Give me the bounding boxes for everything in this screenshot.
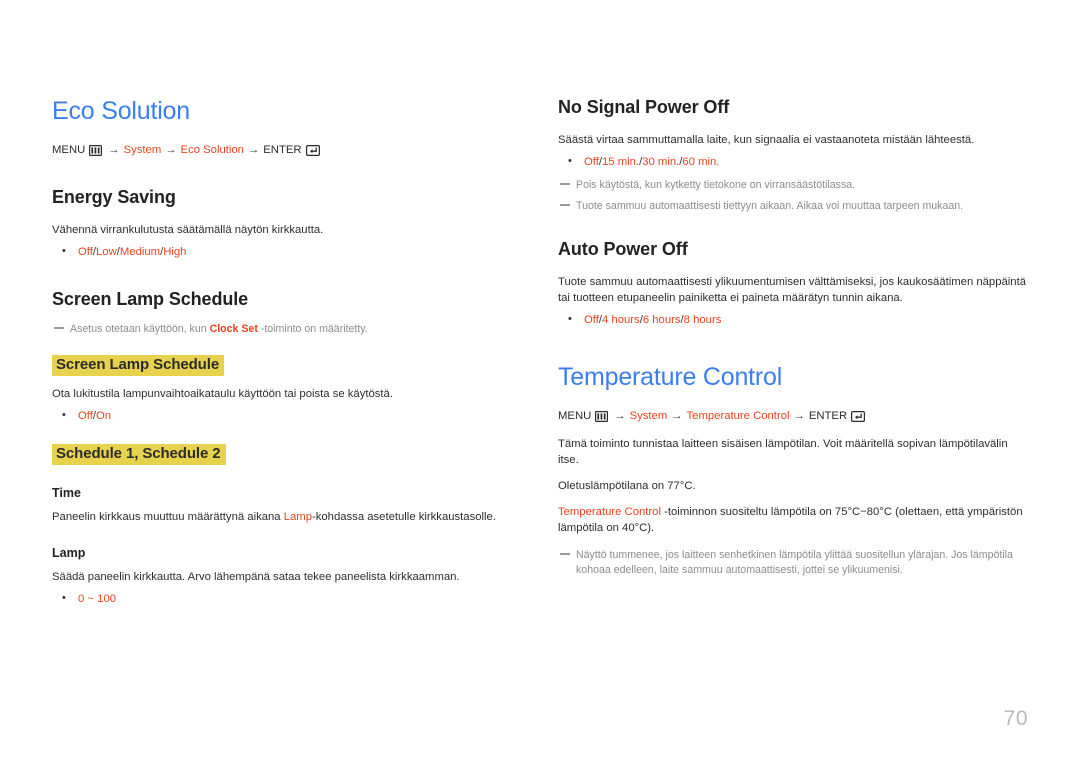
time-description: Paneelin kirkkaus muuttuu määrättynä aik… <box>52 509 522 525</box>
temperature-control-para-1: Tämä toiminto tunnistaa laitteen sisäise… <box>558 438 1008 466</box>
option-value: On <box>96 410 112 422</box>
list-item: Off/On <box>52 407 522 424</box>
option-value: Medium <box>119 246 161 258</box>
path-step-system: System <box>123 144 162 156</box>
path-step-temperature-control: Temperature Control <box>686 410 790 422</box>
heading-energy-saving: Energy Saving <box>52 187 176 207</box>
note-no-signal-1: Pois käytöstä, kun kytketty tietokone on… <box>558 178 1028 193</box>
note-clock-set: Asetus otetaan käyttöön, kun Clock Set -… <box>52 322 522 337</box>
temperature-control-para-3: Temperature Control -toiminnon suositelt… <box>558 504 1028 536</box>
option-value: Off <box>584 156 599 168</box>
page-title-eco-solution: Eco Solution <box>52 97 190 125</box>
lamp-description: Säädä paneelin kirkkautta. Arvo lähempän… <box>52 571 460 583</box>
path-arrow-1: → <box>108 144 120 156</box>
energy-saving-description: Vähennä virrankulutusta säätämällä näytö… <box>52 224 324 236</box>
path-arrow-1: → <box>614 410 626 422</box>
option-value: 15 min. <box>602 156 640 168</box>
path-step-eco-solution: Eco Solution <box>180 144 244 156</box>
no-signal-power-off-description: Säästä virtaa sammuttamalla laite, kun s… <box>558 134 975 146</box>
para3-accent-temperature-control: Temperature Control <box>558 506 661 518</box>
left-column: Eco Solution MENU → System → Eco Solutio… <box>52 96 522 607</box>
manual-page: Eco Solution MENU → System → Eco Solutio… <box>0 0 1080 763</box>
heading-screen-lamp-schedule: Screen Lamp Schedule <box>52 289 249 309</box>
heading-no-signal-power-off: No Signal Power Off <box>558 97 730 117</box>
note-no-signal-2: Tuote sammuu automaattisesti tiettyyn ai… <box>558 199 1028 214</box>
option-value-range: 0 ~ 100 <box>78 593 117 605</box>
list-item: Off/Low/Medium/High <box>52 243 522 260</box>
no-signal-power-off-options: Off/15 min./30 min./60 min. <box>558 153 1028 170</box>
highlight-schedule-1-2: Schedule 1, Schedule 2 <box>52 444 226 465</box>
page-number: 70 <box>1003 707 1028 730</box>
note-temperature-control: Näyttö tummenee, jos laitteen senhetkine… <box>558 548 1028 578</box>
list-item: 0 ~ 100 <box>52 590 522 607</box>
path-arrow-3: → <box>247 144 260 156</box>
option-value: Off <box>78 410 93 422</box>
screen-lamp-schedule-options: Off/On <box>52 407 522 424</box>
menu-label: MENU <box>558 410 592 422</box>
time-desc-accent-lamp: Lamp <box>283 511 312 523</box>
note-prefix: Asetus otetaan käyttöön, kun <box>70 323 210 335</box>
highlight-schedule-1-2-wrap: Schedule 1, Schedule 2 <box>52 444 522 465</box>
path-arrow-2: → <box>671 410 683 422</box>
heading-time: Time <box>52 486 81 500</box>
option-value: High <box>163 246 187 258</box>
note-suffix: -toiminto on määritetty. <box>257 323 368 335</box>
screen-lamp-schedule-description: Ota lukitustila lampunvaihtoaikataulu kä… <box>52 388 393 400</box>
path-arrow-3: → <box>793 410 805 422</box>
option-value: 4 hours <box>602 314 640 326</box>
lamp-range-options: 0 ~ 100 <box>52 590 522 607</box>
option-value: Low <box>96 246 117 258</box>
enter-return-icon <box>305 144 320 156</box>
auto-power-off-description: Tuote sammuu automaattisesti ylikuumentu… <box>558 276 1026 304</box>
enter-label: ENTER <box>263 144 302 156</box>
page-title-temperature-control: Temperature Control <box>558 363 783 391</box>
menu-label: MENU <box>52 144 86 156</box>
heading-lamp: Lamp <box>52 546 86 560</box>
heading-auto-power-off: Auto Power Off <box>558 239 688 259</box>
temperature-control-para-2: Oletuslämpötilana on 77°C. <box>558 480 696 492</box>
option-value: 60 min. <box>682 156 720 168</box>
option-value: 6 hours <box>642 314 681 326</box>
list-item: Off/15 min./30 min./60 min. <box>558 153 1028 170</box>
time-desc-prefix: Paneelin kirkkaus muuttuu määrättynä aik… <box>52 511 284 523</box>
list-item: Off/4 hours/6 hours/8 hours <box>558 311 1028 328</box>
highlight-screen-lamp-schedule: Screen Lamp Schedule <box>52 355 225 376</box>
option-value: Off <box>78 246 93 258</box>
right-column: No Signal Power Off Säästä virtaa sammut… <box>558 96 1028 578</box>
option-value: 8 hours <box>683 314 722 326</box>
menu-path-temperature-control: MENU → System → Temperature Control → EN… <box>558 408 1028 424</box>
path-arrow-2: → <box>165 144 177 156</box>
enter-return-icon <box>851 410 866 422</box>
auto-power-off-options: Off/4 hours/6 hours/8 hours <box>558 311 1028 328</box>
option-value: Off <box>584 314 599 326</box>
note-accent-clock-set: Clock Set <box>209 323 258 335</box>
option-value: 30 min. <box>642 156 680 168</box>
menu-path-eco-solution: MENU → System → Eco Solution → ENTER <box>52 142 522 158</box>
time-desc-suffix: -kohdassa asetetulle kirkkaustasolle. <box>311 511 496 523</box>
energy-saving-options: Off/Low/Medium/High <box>52 243 522 260</box>
enter-label: ENTER <box>808 410 848 422</box>
menu-grid-icon <box>89 144 103 156</box>
highlight-screen-lamp-schedule-wrap: Screen Lamp Schedule <box>52 355 522 376</box>
path-step-system: System <box>629 410 668 422</box>
menu-grid-icon <box>595 410 609 422</box>
